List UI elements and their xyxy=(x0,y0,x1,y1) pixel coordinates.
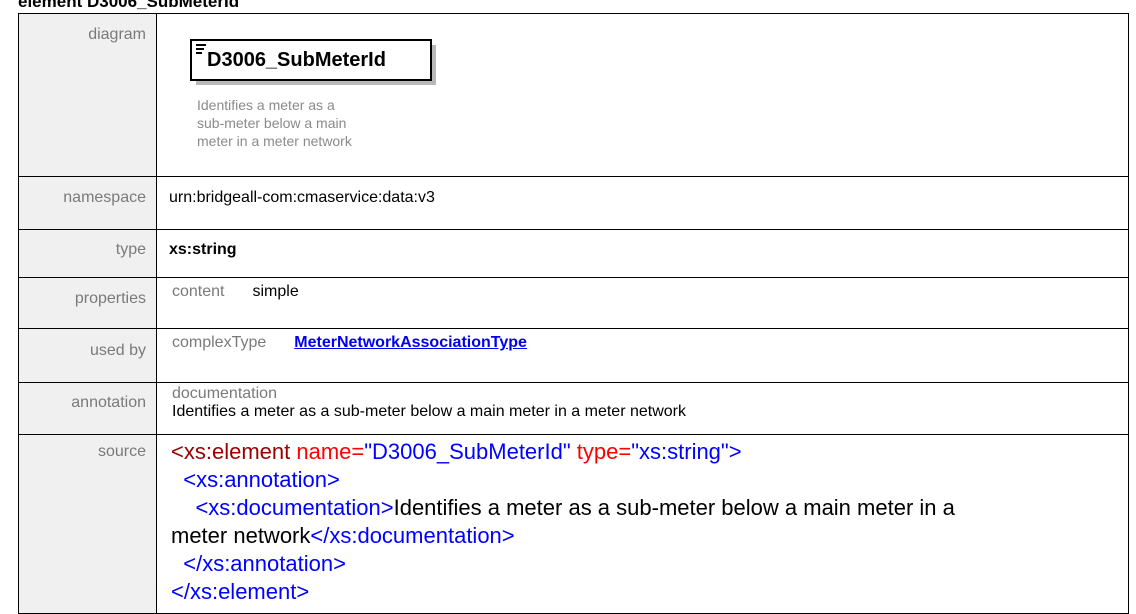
src-attr: name= xyxy=(290,439,365,464)
element-doc-table: diagram D3006_SubMeterId Identifies a me… xyxy=(18,13,1129,614)
properties-cell: content simple xyxy=(156,277,1129,329)
meter-network-association-type-link[interactable]: MeterNetworkAssociationType xyxy=(294,334,527,352)
src-tag: </xs:annotation> xyxy=(183,551,346,576)
src-bracket: > xyxy=(728,439,742,464)
row-used-by: used by complexType MeterNetworkAssociat… xyxy=(18,328,1129,383)
property-value: simple xyxy=(252,283,299,300)
label-type: type xyxy=(18,229,157,278)
row-namespace: namespace urn:bridgeall-com:cmaservice:d… xyxy=(18,176,1129,230)
src-text: Identifies a meter as a sub-meter below … xyxy=(393,495,955,520)
src-tag: </xs:documentation> xyxy=(310,523,515,548)
label-source: source xyxy=(18,434,157,614)
label-diagram: diagram xyxy=(18,13,157,177)
diagram-doc-line: meter in a meter network xyxy=(197,133,352,149)
annotation-key: documentation xyxy=(172,385,277,402)
page-heading: element D3006_SubMeterId xyxy=(18,0,240,11)
row-annotation: annotation documentation Identifies a me… xyxy=(18,382,1129,435)
namespace-value: urn:bridgeall-com:cmaservice:data:v3 xyxy=(156,176,1129,230)
diagram-doc-text: Identifies a meter as a sub-meter below … xyxy=(197,96,397,150)
src-tag: </xs:element> xyxy=(171,579,310,604)
annotation-value: Identifies a meter as a sub-meter below … xyxy=(172,403,686,420)
source-code: <xs:element name="D3006_SubMeterId" type… xyxy=(157,435,1128,606)
type-value: xs:string xyxy=(156,229,1129,278)
row-properties: properties content simple xyxy=(18,277,1129,329)
property-key: content xyxy=(172,283,225,300)
diagram-element-box[interactable]: D3006_SubMeterId xyxy=(190,39,432,81)
label-namespace: namespace xyxy=(18,176,157,230)
diagram-element-name: D3006_SubMeterId xyxy=(207,49,386,71)
label-properties: properties xyxy=(18,277,157,329)
row-diagram: diagram D3006_SubMeterId Identifies a me… xyxy=(18,13,1129,177)
diagram: D3006_SubMeterId Identifies a meter as a… xyxy=(157,14,1128,164)
diagram-cell: D3006_SubMeterId Identifies a meter as a… xyxy=(156,13,1129,177)
used-by-kind: complexType xyxy=(172,334,267,351)
src-tag: <xs:documentation> xyxy=(195,495,394,520)
used-by-cell: complexType MeterNetworkAssociationType xyxy=(156,328,1129,383)
label-used-by: used by xyxy=(18,328,157,383)
src-value: "D3006_SubMeterId" xyxy=(364,439,571,464)
src-attr: type= xyxy=(570,439,632,464)
source-cell: <xs:element name="D3006_SubMeterId" type… xyxy=(156,434,1129,614)
diagram-doc-line: sub-meter below a main xyxy=(197,115,347,131)
annotation-cell: documentation Identifies a meter as a su… xyxy=(156,382,1129,435)
src-value: "xs:string" xyxy=(631,439,729,464)
src-tag: <xs:element xyxy=(171,439,291,464)
row-source: source <xs:element name="D3006_SubMeterI… xyxy=(18,434,1129,614)
element-lines-icon xyxy=(196,44,206,54)
src-tag: <xs:annotation> xyxy=(183,467,340,492)
diagram-doc-line: Identifies a meter as a xyxy=(197,97,335,113)
src-text: meter network xyxy=(171,523,311,548)
label-annotation: annotation xyxy=(18,382,157,435)
row-type: type xs:string xyxy=(18,229,1129,278)
